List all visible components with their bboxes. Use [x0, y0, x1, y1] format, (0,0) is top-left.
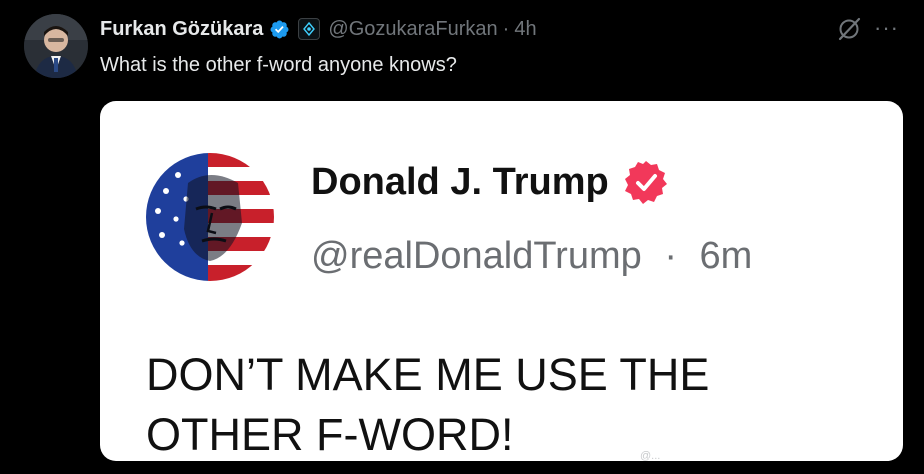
- embedded-post-time: 6m: [699, 235, 753, 277]
- embedded-author-handle-row: @realDonaldTrump · 6m: [311, 235, 752, 278]
- image-watermark: @...: [640, 450, 661, 461]
- embedded-post-image[interactable]: Donald J. Trump @realDonaldTrump · 6m DO…: [100, 101, 903, 461]
- embedded-author-handle: @realDonaldTrump: [311, 235, 642, 277]
- embedded-body-line: DON’T MAKE ME USE THE: [146, 349, 710, 400]
- avatar-image: [24, 14, 88, 78]
- separator-dot: ·: [502, 17, 510, 40]
- embedded-author-name: Donald J. Trump: [311, 160, 609, 203]
- flag-portrait-image: [146, 153, 274, 281]
- truth-verified-badge-icon: [624, 161, 667, 204]
- affiliate-badge-icon[interactable]: [298, 18, 321, 40]
- tweet-header: Furkan Gözükara @GozukaraFurkan · 4h: [100, 17, 537, 41]
- more-options-icon[interactable]: ···: [874, 15, 899, 41]
- embedded-author-name-row: Donald J. Trump: [311, 159, 669, 205]
- verified-badge-icon[interactable]: [269, 19, 290, 40]
- post-time[interactable]: 4h: [514, 18, 536, 41]
- tweet-text: What is the other f-word anyone knows?: [100, 54, 457, 76]
- embedded-post-body: DON’T MAKE ME USE THE OTHER F-WORD!: [146, 345, 866, 461]
- embedded-body-line: OTHER F-WORD!: [146, 409, 514, 460]
- author-handle[interactable]: @GozukaraFurkan: [328, 18, 497, 41]
- embedded-author-avatar: [146, 153, 274, 281]
- author-avatar[interactable]: [24, 14, 88, 78]
- grok-icon[interactable]: [836, 16, 862, 42]
- author-name[interactable]: Furkan Gözükara: [100, 18, 263, 41]
- affiliate-logo-icon: [303, 22, 316, 36]
- embedded-separator-dot: ·: [664, 235, 677, 277]
